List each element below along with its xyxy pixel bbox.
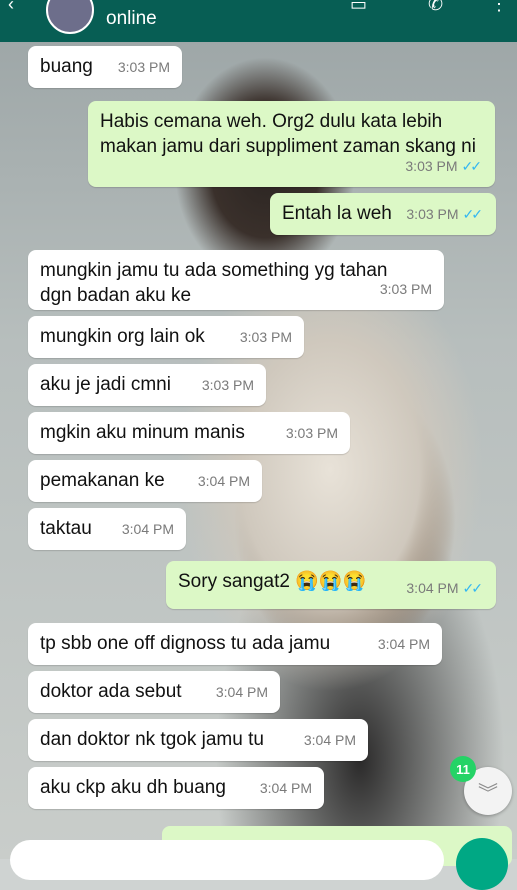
message-text: dan doktor nk tgok jamu tu — [40, 729, 264, 750]
message-bubble[interactable]: Sory sangat2 😭😭😭 3:04 PM ✓✓ — [166, 561, 496, 609]
message-time: 3:03 PM — [379, 281, 432, 297]
message-time: 3:03 PM — [201, 377, 254, 393]
message-text: mungkin org lain ok — [40, 326, 205, 347]
message-text: doktor ada sebut — [40, 681, 182, 702]
message-text: mungkin jamu tu ada something yg tahan d… — [40, 260, 388, 306]
message-time: 3:04 PM — [215, 684, 268, 700]
message-bubble[interactable]: Entah la weh 3:03 PM ✓✓ — [270, 193, 496, 235]
read-ticks-icon: ✓✓ — [461, 158, 483, 174]
message-time: 3:03 PM — [285, 425, 338, 441]
message-time: 3:03 PM — [117, 59, 170, 75]
message-time: 3:04 PM — [259, 780, 312, 796]
chevron-down-double-icon: ︾ — [478, 782, 498, 805]
message-time: 3:03 PM ✓✓ — [405, 158, 483, 174]
message-text: aku ckp aku dh buang — [40, 777, 226, 798]
message-bubble[interactable]: dan doktor nk tgok jamu tu 3:04 PM — [28, 719, 368, 761]
phone-icon[interactable]: ✆ — [428, 0, 443, 15]
more-vert-icon[interactable]: ⋮ — [490, 0, 508, 15]
video-call-icon[interactable]: ▭ — [350, 0, 367, 15]
message-bubble[interactable]: mgkin aku minum manis 3:03 PM — [28, 412, 350, 454]
message-bubble[interactable]: doktor ada sebut 3:04 PM — [28, 671, 280, 713]
message-bubble[interactable]: buang 3:03 PM — [28, 46, 182, 88]
message-bubble[interactable]: tp sbb one off dignoss tu ada jamu 3:04 … — [28, 623, 442, 665]
message-bubble[interactable]: aku je jadi cmni 3:03 PM — [28, 364, 266, 406]
message-text: aku je jadi cmni — [40, 374, 171, 395]
message-text: Sory sangat2 😭😭😭 — [178, 571, 367, 592]
message-bubble[interactable]: mungkin org lain ok 3:03 PM — [28, 316, 304, 358]
message-time: 3:04 PM — [197, 473, 250, 489]
mic-button[interactable] — [456, 838, 508, 890]
unread-count-badge: 11 — [450, 756, 476, 782]
read-ticks-icon: ✓✓ — [462, 206, 484, 222]
message-bubble[interactable]: Habis cemana weh. Org2 dulu kata lebih m… — [88, 101, 495, 187]
message-time: 3:04 PM — [377, 636, 430, 652]
message-input-bar[interactable] — [10, 840, 444, 880]
message-bubble[interactable]: mungkin jamu tu ada something yg tahan d… — [28, 250, 444, 310]
message-time: 3:04 PM — [303, 732, 356, 748]
message-text: buang — [40, 56, 93, 77]
contact-status: online — [106, 8, 157, 29]
message-bubble[interactable]: pemakanan ke 3:04 PM — [28, 460, 262, 502]
message-text: Entah la weh — [282, 203, 392, 224]
message-time: 3:03 PM — [239, 329, 292, 345]
message-time: 3:04 PM ✓✓ — [406, 580, 484, 596]
message-text: pemakanan ke — [40, 470, 165, 491]
back-arrow-icon[interactable]: ‹ — [8, 0, 14, 15]
message-text: taktau — [40, 518, 92, 539]
message-bubble[interactable]: taktau 3:04 PM — [28, 508, 186, 550]
read-ticks-icon: ✓✓ — [462, 580, 484, 596]
contact-avatar[interactable] — [46, 0, 94, 34]
message-text: mgkin aku minum manis — [40, 422, 245, 443]
message-text: Habis cemana weh. Org2 dulu kata lebih m… — [100, 111, 476, 157]
message-time: 3:04 PM — [121, 521, 174, 537]
message-text: tp sbb one off dignoss tu ada jamu — [40, 633, 331, 654]
message-bubble[interactable]: aku ckp aku dh buang 3:04 PM — [28, 767, 324, 809]
message-time: 3:03 PM ✓✓ — [406, 206, 484, 222]
chat-header: ‹ online ▭ ✆ ⋮ — [0, 0, 517, 42]
